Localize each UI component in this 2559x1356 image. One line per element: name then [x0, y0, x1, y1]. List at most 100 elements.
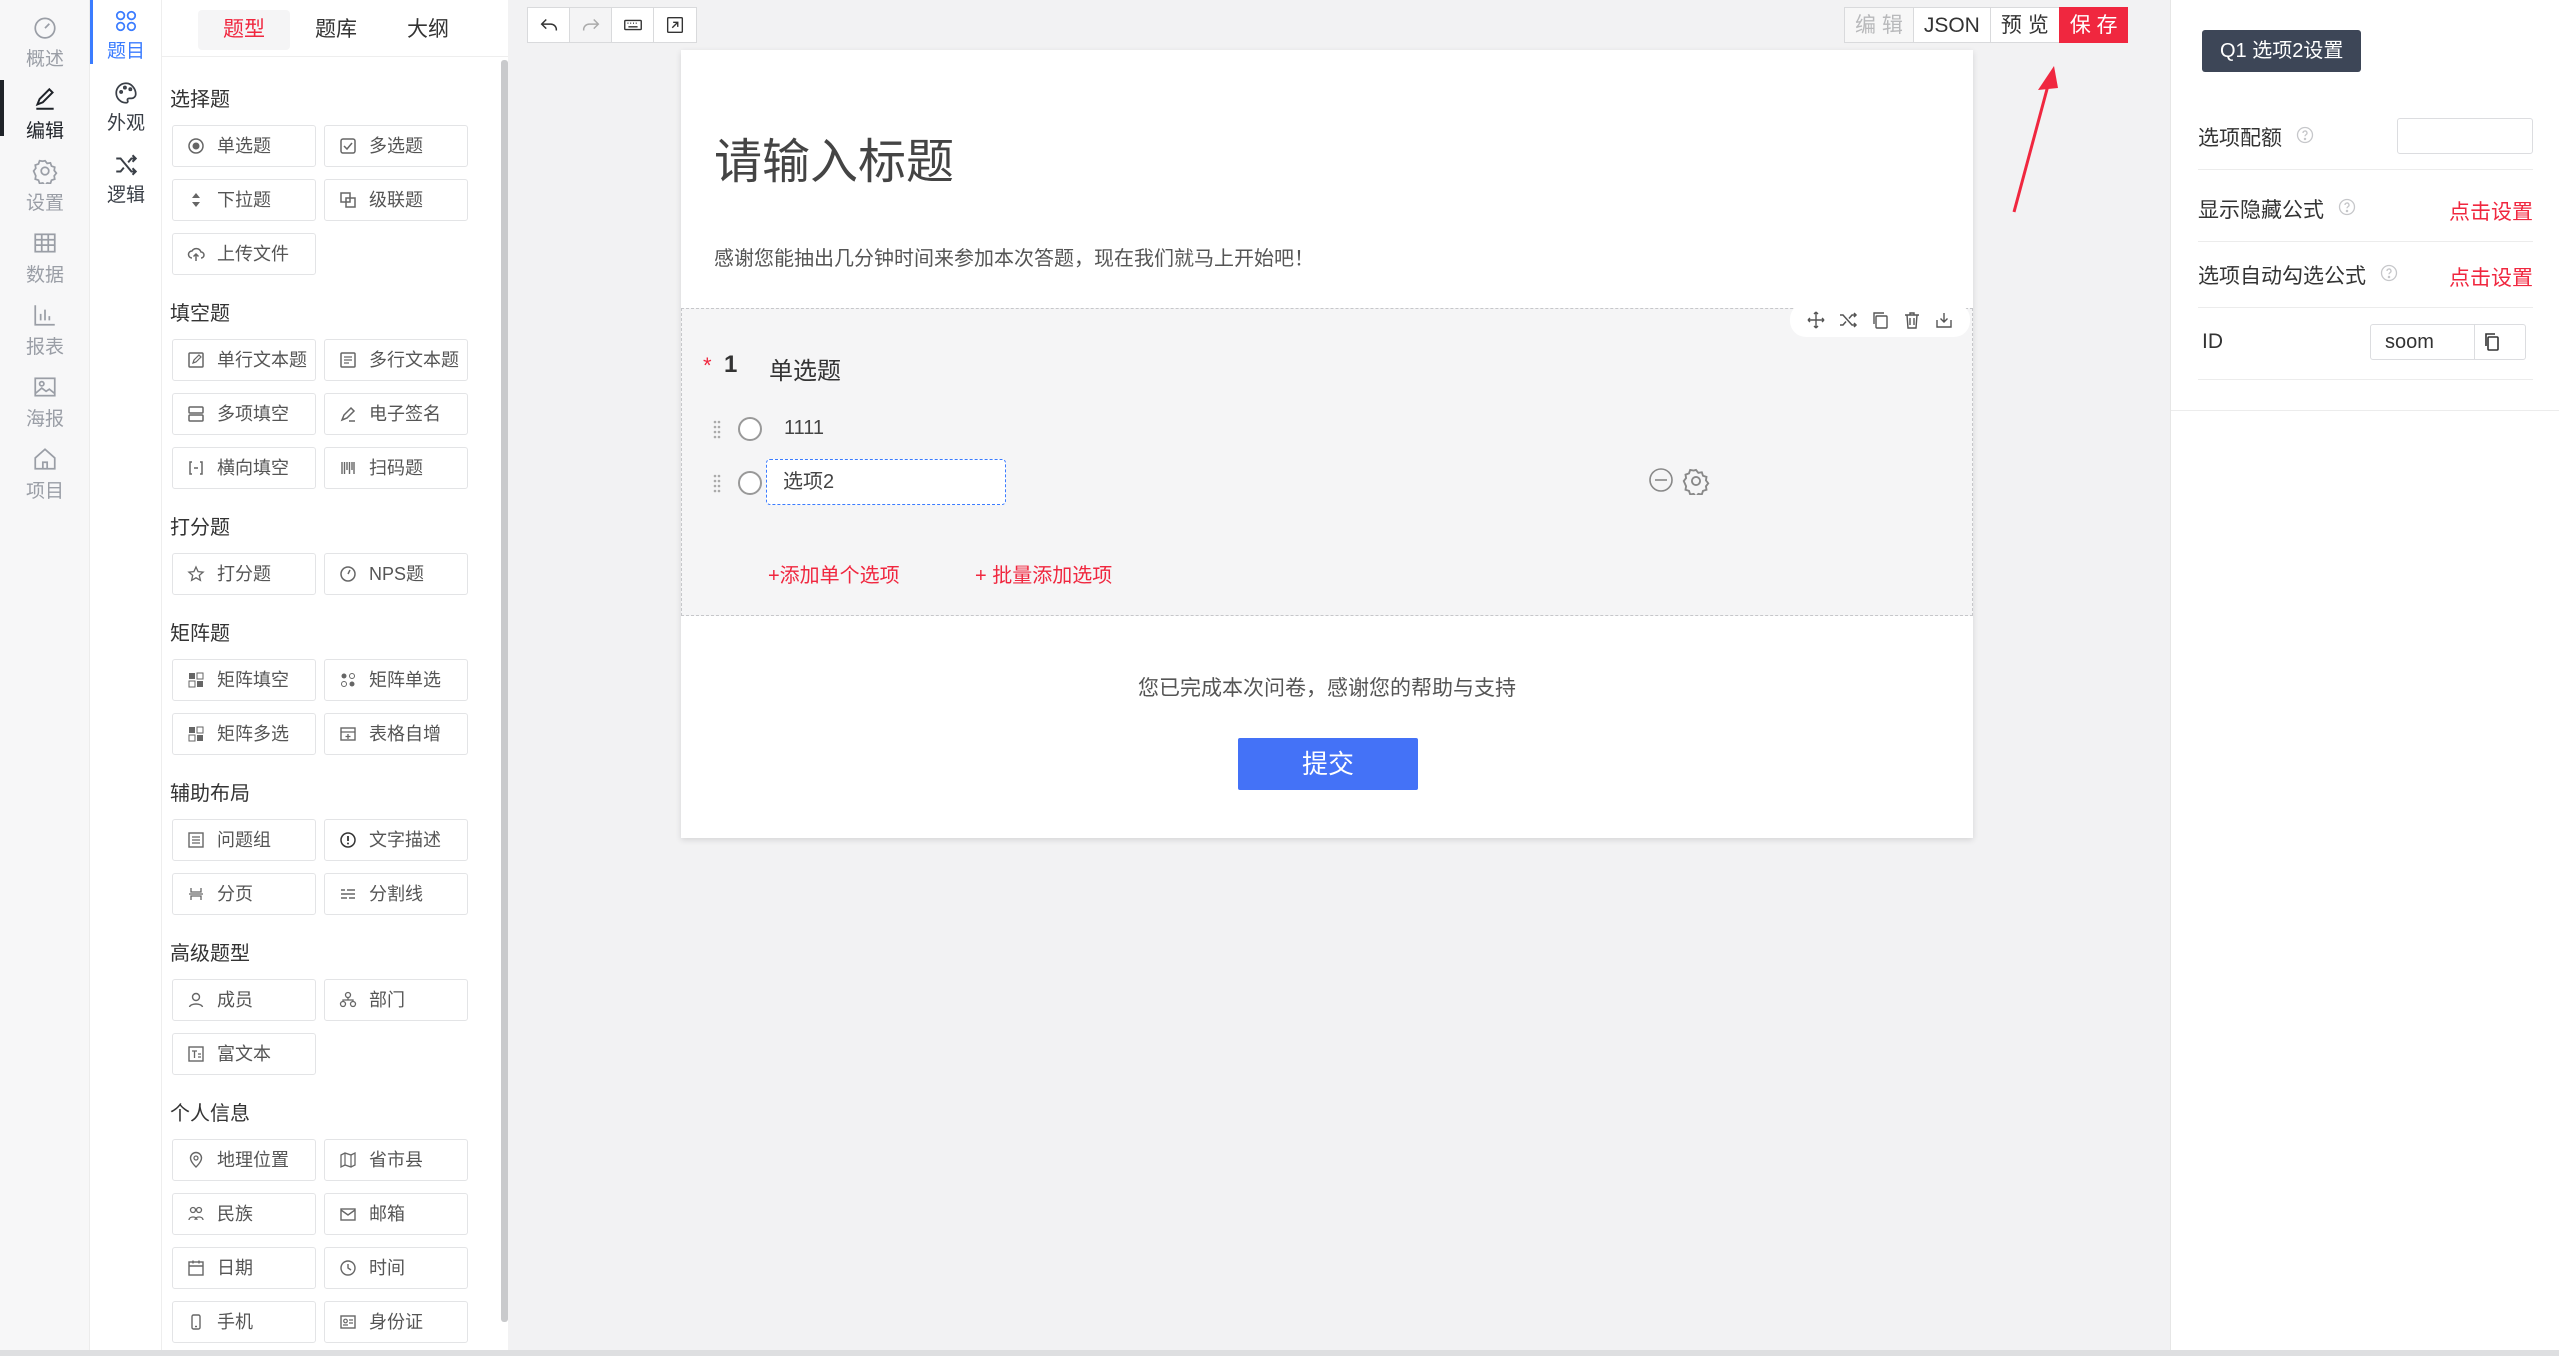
palette-item-phone[interactable]: 手机 [172, 1301, 316, 1343]
survey-page: 请输入标题 感谢您能抽出几分钟时间来参加本次答题，现在我们就马上开始吧！ * 1… [681, 50, 1973, 838]
palette-item-label: 下拉题 [217, 190, 271, 210]
subnav-logic[interactable]: 逻辑 [90, 144, 162, 214]
add-single-option-link[interactable]: +添加单个选项 [768, 559, 900, 588]
checkbox-icon [340, 138, 356, 154]
palette-item-cascade[interactable]: 级联题 [324, 179, 468, 221]
nav-report[interactable]: 报表 [0, 288, 90, 358]
quota-label: 选项配额 [2198, 127, 2282, 150]
palette-item-label: 民族 [217, 1204, 253, 1224]
tab-question-bank[interactable]: 题库 [290, 10, 382, 50]
palette-item-date[interactable]: 日期 [172, 1247, 316, 1289]
palette-item-matrix-multi[interactable]: 矩阵多选 [172, 713, 316, 755]
map-icon [340, 1151, 356, 1169]
subnav-questions[interactable]: 题目 [90, 0, 162, 70]
tab-question-types[interactable]: 题型 [198, 10, 290, 50]
nav-data-label: 数据 [25, 265, 64, 286]
panel-divider [2171, 410, 2559, 411]
star-icon [187, 565, 205, 582]
id-card-icon [340, 1315, 356, 1329]
palette-item-rich-text[interactable]: 富文本 [172, 1033, 316, 1075]
palette-item-text-description[interactable]: 文字描述 [324, 819, 468, 861]
batch-add-options-link[interactable]: + 批量添加选项 [975, 559, 1112, 588]
tab-outline[interactable]: 大纲 [382, 10, 474, 50]
subnav-appearance[interactable]: 外观 [90, 72, 162, 142]
keyboard-button[interactable] [612, 8, 654, 42]
palette-item-matrix-single[interactable]: 矩阵单选 [324, 659, 468, 701]
document-lines-icon [340, 352, 356, 368]
survey-title[interactable]: 请输入标题 [714, 122, 954, 192]
palette-item-table-grow[interactable]: 表格自增 [324, 713, 468, 755]
option-input[interactable]: 选项2 [766, 459, 1006, 505]
nav-poster[interactable]: 海报 [0, 360, 90, 430]
redo-button[interactable] [570, 8, 612, 42]
option-radio[interactable] [738, 471, 762, 495]
palette-item-upload[interactable]: 上传文件 [172, 233, 316, 275]
undo-icon [540, 18, 557, 31]
palette-item-multi-fill[interactable]: 多项填空 [172, 393, 316, 435]
copy-icon[interactable] [1870, 310, 1890, 330]
save-to-bank-icon[interactable] [1934, 310, 1954, 330]
undo-button[interactable] [528, 8, 570, 42]
palette-item-time[interactable]: 时间 [324, 1247, 468, 1289]
palette-item-question-group[interactable]: 问题组 [172, 819, 316, 861]
nav-overview[interactable]: 概述 [0, 0, 90, 70]
copy-id-button[interactable] [2474, 325, 2508, 359]
required-mark: * [703, 353, 712, 378]
option-radio[interactable] [738, 417, 762, 441]
survey-intro[interactable]: 感谢您能抽出几分钟时间来参加本次答题，现在我们就马上开始吧！ [714, 242, 1314, 271]
palette-item-multi-line[interactable]: 多行文本题 [324, 339, 468, 381]
nav-data[interactable]: 数据 [0, 216, 90, 286]
help-icon[interactable] [2296, 126, 2314, 144]
export-button[interactable] [654, 8, 696, 42]
calendar-icon [188, 1260, 204, 1276]
quota-input[interactable] [2397, 118, 2533, 154]
palette-item-matrix-fill[interactable]: 矩阵填空 [172, 659, 316, 701]
export-icon [666, 16, 684, 34]
palette-item-email[interactable]: 邮箱 [324, 1193, 468, 1235]
save-button[interactable]: 保 存 [2058, 7, 2128, 43]
palette-item-member[interactable]: 成员 [172, 979, 316, 1021]
auto-check-set-link[interactable]: 点击设置 [2449, 262, 2533, 292]
palette-item-scan[interactable]: 扫码题 [324, 447, 468, 489]
palette-item-single-line[interactable]: 单行文本题 [172, 339, 316, 381]
palette-item-location[interactable]: 地理位置 [172, 1139, 316, 1181]
option-label[interactable]: 1111 [784, 417, 824, 440]
palette-scrollbar[interactable] [501, 60, 508, 1322]
help-icon[interactable] [2338, 198, 2356, 216]
palette-item-page-break[interactable]: 分页 [172, 873, 316, 915]
palette-item-province-city[interactable]: 省市县 [324, 1139, 468, 1181]
palette-item-signature[interactable]: 电子签名 [324, 393, 468, 435]
json-button[interactable]: JSON [1912, 7, 1990, 43]
preview-button[interactable]: 预 览 [1989, 7, 2059, 43]
question-card[interactable]: * 1 单选题 1111 选项2 +添加单个选项 + 批量添加选项 [681, 303, 1973, 616]
nav-settings[interactable]: 设置 [0, 144, 90, 214]
show-hide-set-link[interactable]: 点击设置 [2449, 196, 2533, 226]
edit-button[interactable]: 编 辑 [1844, 7, 1913, 43]
help-icon[interactable] [2380, 264, 2398, 282]
palette-item-divider[interactable]: 分割线 [324, 873, 468, 915]
shuffle-icon[interactable] [1838, 310, 1858, 330]
finish-message[interactable]: 您已完成本次问卷，感谢您的帮助与支持 [681, 672, 1973, 702]
palette-item-id-card[interactable]: 身份证 [324, 1301, 468, 1343]
subnav-questions-label: 题目 [106, 41, 145, 62]
barcode-icon [341, 462, 355, 474]
palette-item-multi-choice[interactable]: 多选题 [324, 125, 468, 167]
nav-edit[interactable]: 编辑 [0, 72, 90, 142]
palette-item-dropdown[interactable]: 下拉题 [172, 179, 316, 221]
drag-handle-icon[interactable] [712, 419, 722, 441]
submit-button[interactable]: 提交 [1238, 738, 1418, 790]
palette-item-rating[interactable]: 打分题 [172, 553, 316, 595]
move-icon[interactable] [1806, 310, 1826, 330]
option-settings-icon[interactable] [1682, 467, 1710, 495]
trash-icon[interactable] [1902, 310, 1922, 330]
palette-item-label: 地理位置 [217, 1150, 289, 1170]
palette-item-single-choice[interactable]: 单选题 [172, 125, 316, 167]
question-title[interactable]: 单选题 [769, 351, 841, 386]
palette-item-horizontal-fill[interactable]: 横向填空 [172, 447, 316, 489]
remove-option-icon[interactable] [1648, 467, 1674, 493]
palette-item-ethnicity[interactable]: 民族 [172, 1193, 316, 1235]
palette-item-nps[interactable]: NPS题 [324, 553, 468, 595]
drag-handle-icon[interactable] [712, 473, 722, 495]
nav-project[interactable]: 项目 [0, 432, 90, 502]
palette-item-department[interactable]: 部门 [324, 979, 468, 1021]
